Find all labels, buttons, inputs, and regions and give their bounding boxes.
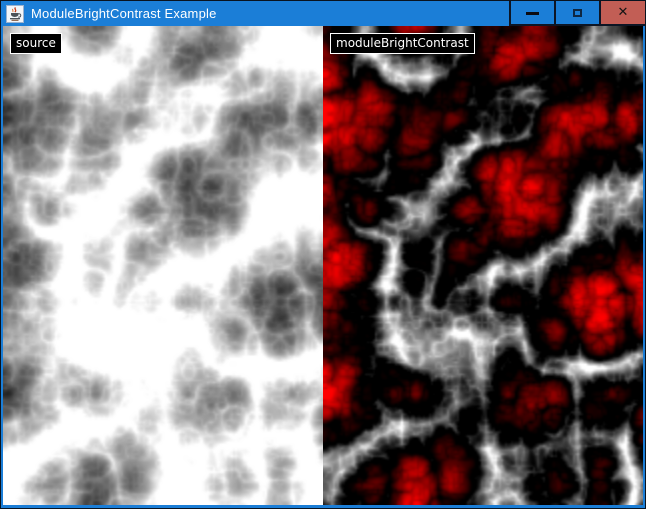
source-label: source [10,33,62,54]
maximize-icon [573,9,582,17]
close-icon: ✕ [618,6,629,19]
minimize-button[interactable] [509,1,554,26]
module-bright-contrast-label: moduleBrightContrast [330,33,475,54]
close-button[interactable]: ✕ [599,1,645,26]
java-app-icon[interactable] [6,5,24,23]
app-window: ModuleBrightContrast Example ✕ source mo… [0,0,646,509]
panel-module-bright-contrast: moduleBrightContrast [323,26,643,505]
content-area: source moduleBrightContrast [3,26,643,505]
panel-source: source [3,26,323,505]
module-bright-contrast-image [323,26,643,505]
minimize-icon [526,12,539,15]
window-title: ModuleBrightContrast Example [31,6,509,21]
window-controls: ✕ [509,1,645,26]
titlebar[interactable]: ModuleBrightContrast Example ✕ [1,1,645,26]
maximize-button[interactable] [554,1,599,26]
source-image [3,26,323,505]
